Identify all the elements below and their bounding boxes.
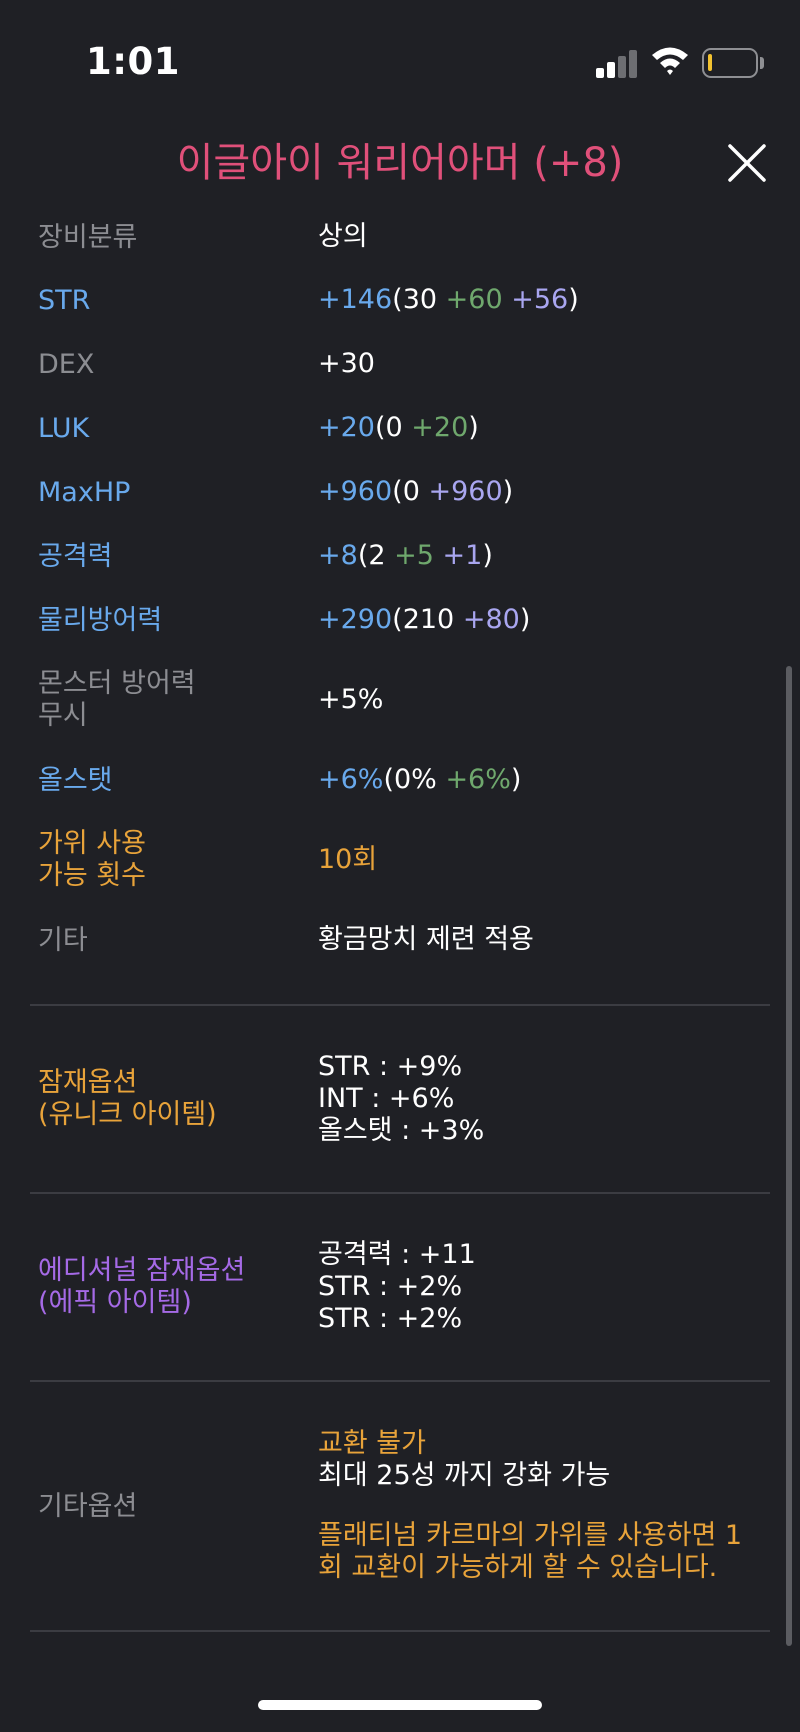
stat-label-line: 가위 사용 (38, 828, 146, 859)
stat-row-maxhp: MaxHP +960(0 +960) (0, 460, 800, 524)
stat-value: +30 (318, 348, 375, 379)
stats-list: 장비분류 상의 STR +146(30 +60 +56) DEX +30 LUK… (0, 206, 800, 1632)
stat-label: 공격력 (38, 540, 113, 572)
stat-row-scissors: 가위 사용 가능 횟수 10회 (0, 812, 800, 908)
status-time: 1:01 (86, 40, 181, 83)
stat-value: +5% (318, 684, 384, 715)
stat-value: +20(0 +20) (318, 412, 479, 444)
stat-bonus: +6% (445, 764, 511, 795)
stat-row-etc: 기타 황금망치 제련 적용 (0, 908, 800, 972)
stat-value: 상의 (318, 221, 368, 252)
potential-line: STR : +9% (318, 1051, 463, 1082)
potential-label-line: (유니크 아이템) (38, 1099, 217, 1130)
stat-label: STR (38, 284, 91, 316)
stat-row-defense: 물리방어력 +290(210 +80) (0, 588, 800, 652)
stat-total: +20 (318, 412, 375, 443)
additional-line: STR : +2% (318, 1303, 463, 1334)
stat-total: +8 (318, 540, 358, 571)
stat-close: ) (568, 284, 579, 315)
stat-base: (30 (392, 284, 438, 315)
additional-potential-values: 공격력 : +11 STR : +2% STR : +2% (318, 1239, 476, 1335)
stat-row-dex: DEX +30 (0, 332, 800, 396)
stat-base: (2 (357, 540, 386, 571)
stat-label: MaxHP (38, 476, 131, 508)
stat-value: +8(2 +5 +1) (318, 540, 493, 572)
potential-line: 올스탯 : +3% (318, 1115, 485, 1146)
stat-value: 황금망치 제련 적용 (318, 924, 534, 955)
battery-cap (760, 57, 764, 69)
additional-line: 공격력 : +11 (318, 1239, 476, 1270)
stat-value: +960(0 +960) (318, 476, 513, 508)
item-detail-screen: 1:01 이글아이 워리어아머 (+8) 장비분류 상의 STR +146(30… (0, 0, 800, 1732)
stat-row-ignore-defense: 몬스터 방어력 무시 +5% (0, 652, 800, 748)
stat-label-line: 몬스터 방어력 (38, 668, 196, 699)
trade-status: 교환 불가 (318, 1428, 426, 1459)
cellular-signal-icon (596, 48, 638, 78)
stat-close: ) (502, 476, 514, 507)
star-limit: 최대 25성 까지 강화 가능 (318, 1460, 611, 1491)
stat-enhance: +1 (442, 540, 483, 571)
section-divider (30, 1630, 770, 1632)
stat-close: ) (510, 764, 522, 795)
stat-total: +6% (318, 764, 384, 795)
battery-icon (702, 48, 758, 78)
stat-total: +290 (318, 604, 393, 635)
stat-enhance: +56 (511, 284, 569, 315)
close-icon[interactable] (722, 138, 772, 188)
stat-bonus: +5 (394, 540, 434, 571)
stat-value: +6%(0% +6%) (318, 764, 521, 796)
scrollbar[interactable] (786, 666, 792, 1646)
other-options-values: 교환 불가 최대 25성 까지 강화 가능 플래티넘 카르마의 가위를 사용하면… (318, 1428, 742, 1584)
stat-label: 가위 사용 가능 횟수 (38, 828, 318, 892)
stat-row-str: STR +146(30 +60 +56) (0, 268, 800, 332)
stat-close: ) (468, 412, 479, 443)
additional-potential-label: 에디셔널 잠재옵션 (에픽 아이템) (38, 1255, 318, 1319)
potential-label: 잠재옵션 (유니크 아이템) (38, 1067, 318, 1131)
stat-base: (0% (383, 764, 437, 795)
other-options-section: 기타옵션 교환 불가 최대 25성 까지 강화 가능 플래티넘 카르마의 가위를… (0, 1382, 800, 1630)
stat-label-line: 가능 횟수 (38, 860, 146, 891)
stat-label: 기타 (38, 924, 88, 956)
additional-label-line: 에디셔널 잠재옵션 (38, 1255, 246, 1286)
additional-potential-section: 에디셔널 잠재옵션 (에픽 아이템) 공격력 : +11 STR : +2% S… (0, 1194, 800, 1380)
stat-base: (0 (392, 476, 420, 507)
stat-label: 장비분류 (38, 221, 138, 253)
potential-section: 잠재옵션 (유니크 아이템) STR : +9% INT : +6% 올스탯 :… (0, 1006, 800, 1192)
additional-label-line: (에픽 아이템) (38, 1287, 192, 1318)
stat-base: (0 (374, 412, 403, 443)
other-options-label: 기타옵션 (38, 1490, 138, 1522)
karma-note-line: 회 교환이 가능하게 할 수 있습니다. (318, 1552, 718, 1583)
stat-bonus: +60 (445, 284, 503, 315)
karma-note-line: 플래티넘 카르마의 가위를 사용하면 1 (318, 1520, 743, 1551)
stat-total: +960 (318, 476, 393, 507)
stat-close: ) (519, 604, 531, 635)
stat-label-line: 무시 (38, 700, 88, 731)
stat-row-all-stat: 올스탯 +6%(0% +6%) (0, 748, 800, 812)
stat-label: 올스탯 (38, 764, 113, 796)
stat-value: 10회 (318, 844, 378, 875)
stat-value: +290(210 +80) (318, 604, 530, 636)
stat-enhance: +960 (428, 476, 503, 507)
additional-line: STR : +2% (318, 1271, 463, 1302)
stat-base: (210 (392, 604, 455, 635)
stat-label: 몬스터 방어력 무시 (38, 668, 318, 732)
stat-row-category: 장비분류 상의 (0, 206, 800, 268)
stat-label: LUK (38, 412, 90, 444)
potential-values: STR : +9% INT : +6% 올스탯 : +3% (318, 1051, 484, 1147)
stat-total: +146 (318, 284, 393, 315)
stat-bonus: +20 (411, 412, 469, 443)
stat-row-luk: LUK +20(0 +20) (0, 396, 800, 460)
potential-line: INT : +6% (318, 1083, 455, 1114)
stat-enhance: +80 (462, 604, 520, 635)
stat-close: ) (482, 540, 493, 571)
wifi-icon (652, 47, 688, 75)
stat-row-attack: 공격력 +8(2 +5 +1) (0, 524, 800, 588)
stat-value: +146(30 +60 +56) (318, 284, 579, 316)
stat-label: 물리방어력 (38, 604, 163, 636)
potential-label-line: 잠재옵션 (38, 1067, 138, 1098)
home-indicator[interactable] (258, 1700, 542, 1710)
stat-label: DEX (38, 348, 95, 380)
item-title: 이글아이 워리어아머 (+8) (176, 140, 624, 186)
status-bar: 1:01 (0, 0, 800, 120)
